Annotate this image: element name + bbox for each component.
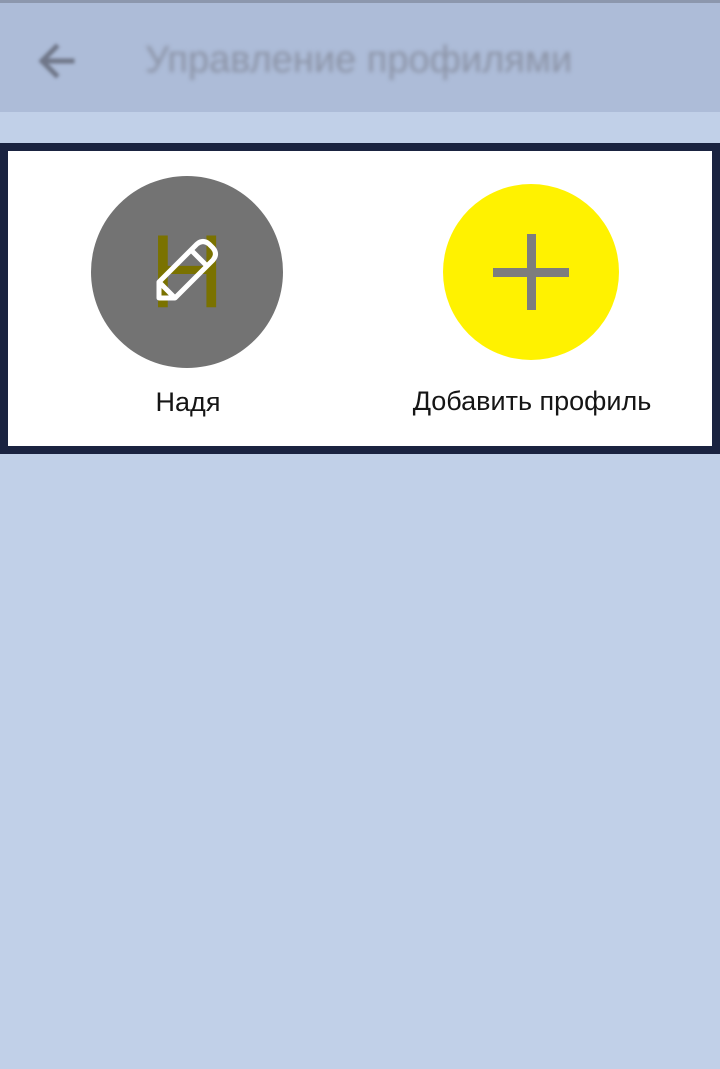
page-title: Управление профилями [145, 39, 573, 81]
app-bar: Управление профилями [0, 0, 720, 112]
arrow-left-icon[interactable] [36, 41, 76, 81]
profile-avatar[interactable]: Н [91, 176, 283, 368]
profile-name[interactable]: Надя [88, 387, 288, 418]
add-profile-label[interactable]: Добавить профиль [388, 386, 676, 417]
profiles-panel: Н Надя Добавить профиль [0, 143, 720, 454]
add-profile-button[interactable] [443, 184, 619, 360]
plus-icon [493, 234, 569, 310]
pencil-icon [156, 239, 218, 301]
